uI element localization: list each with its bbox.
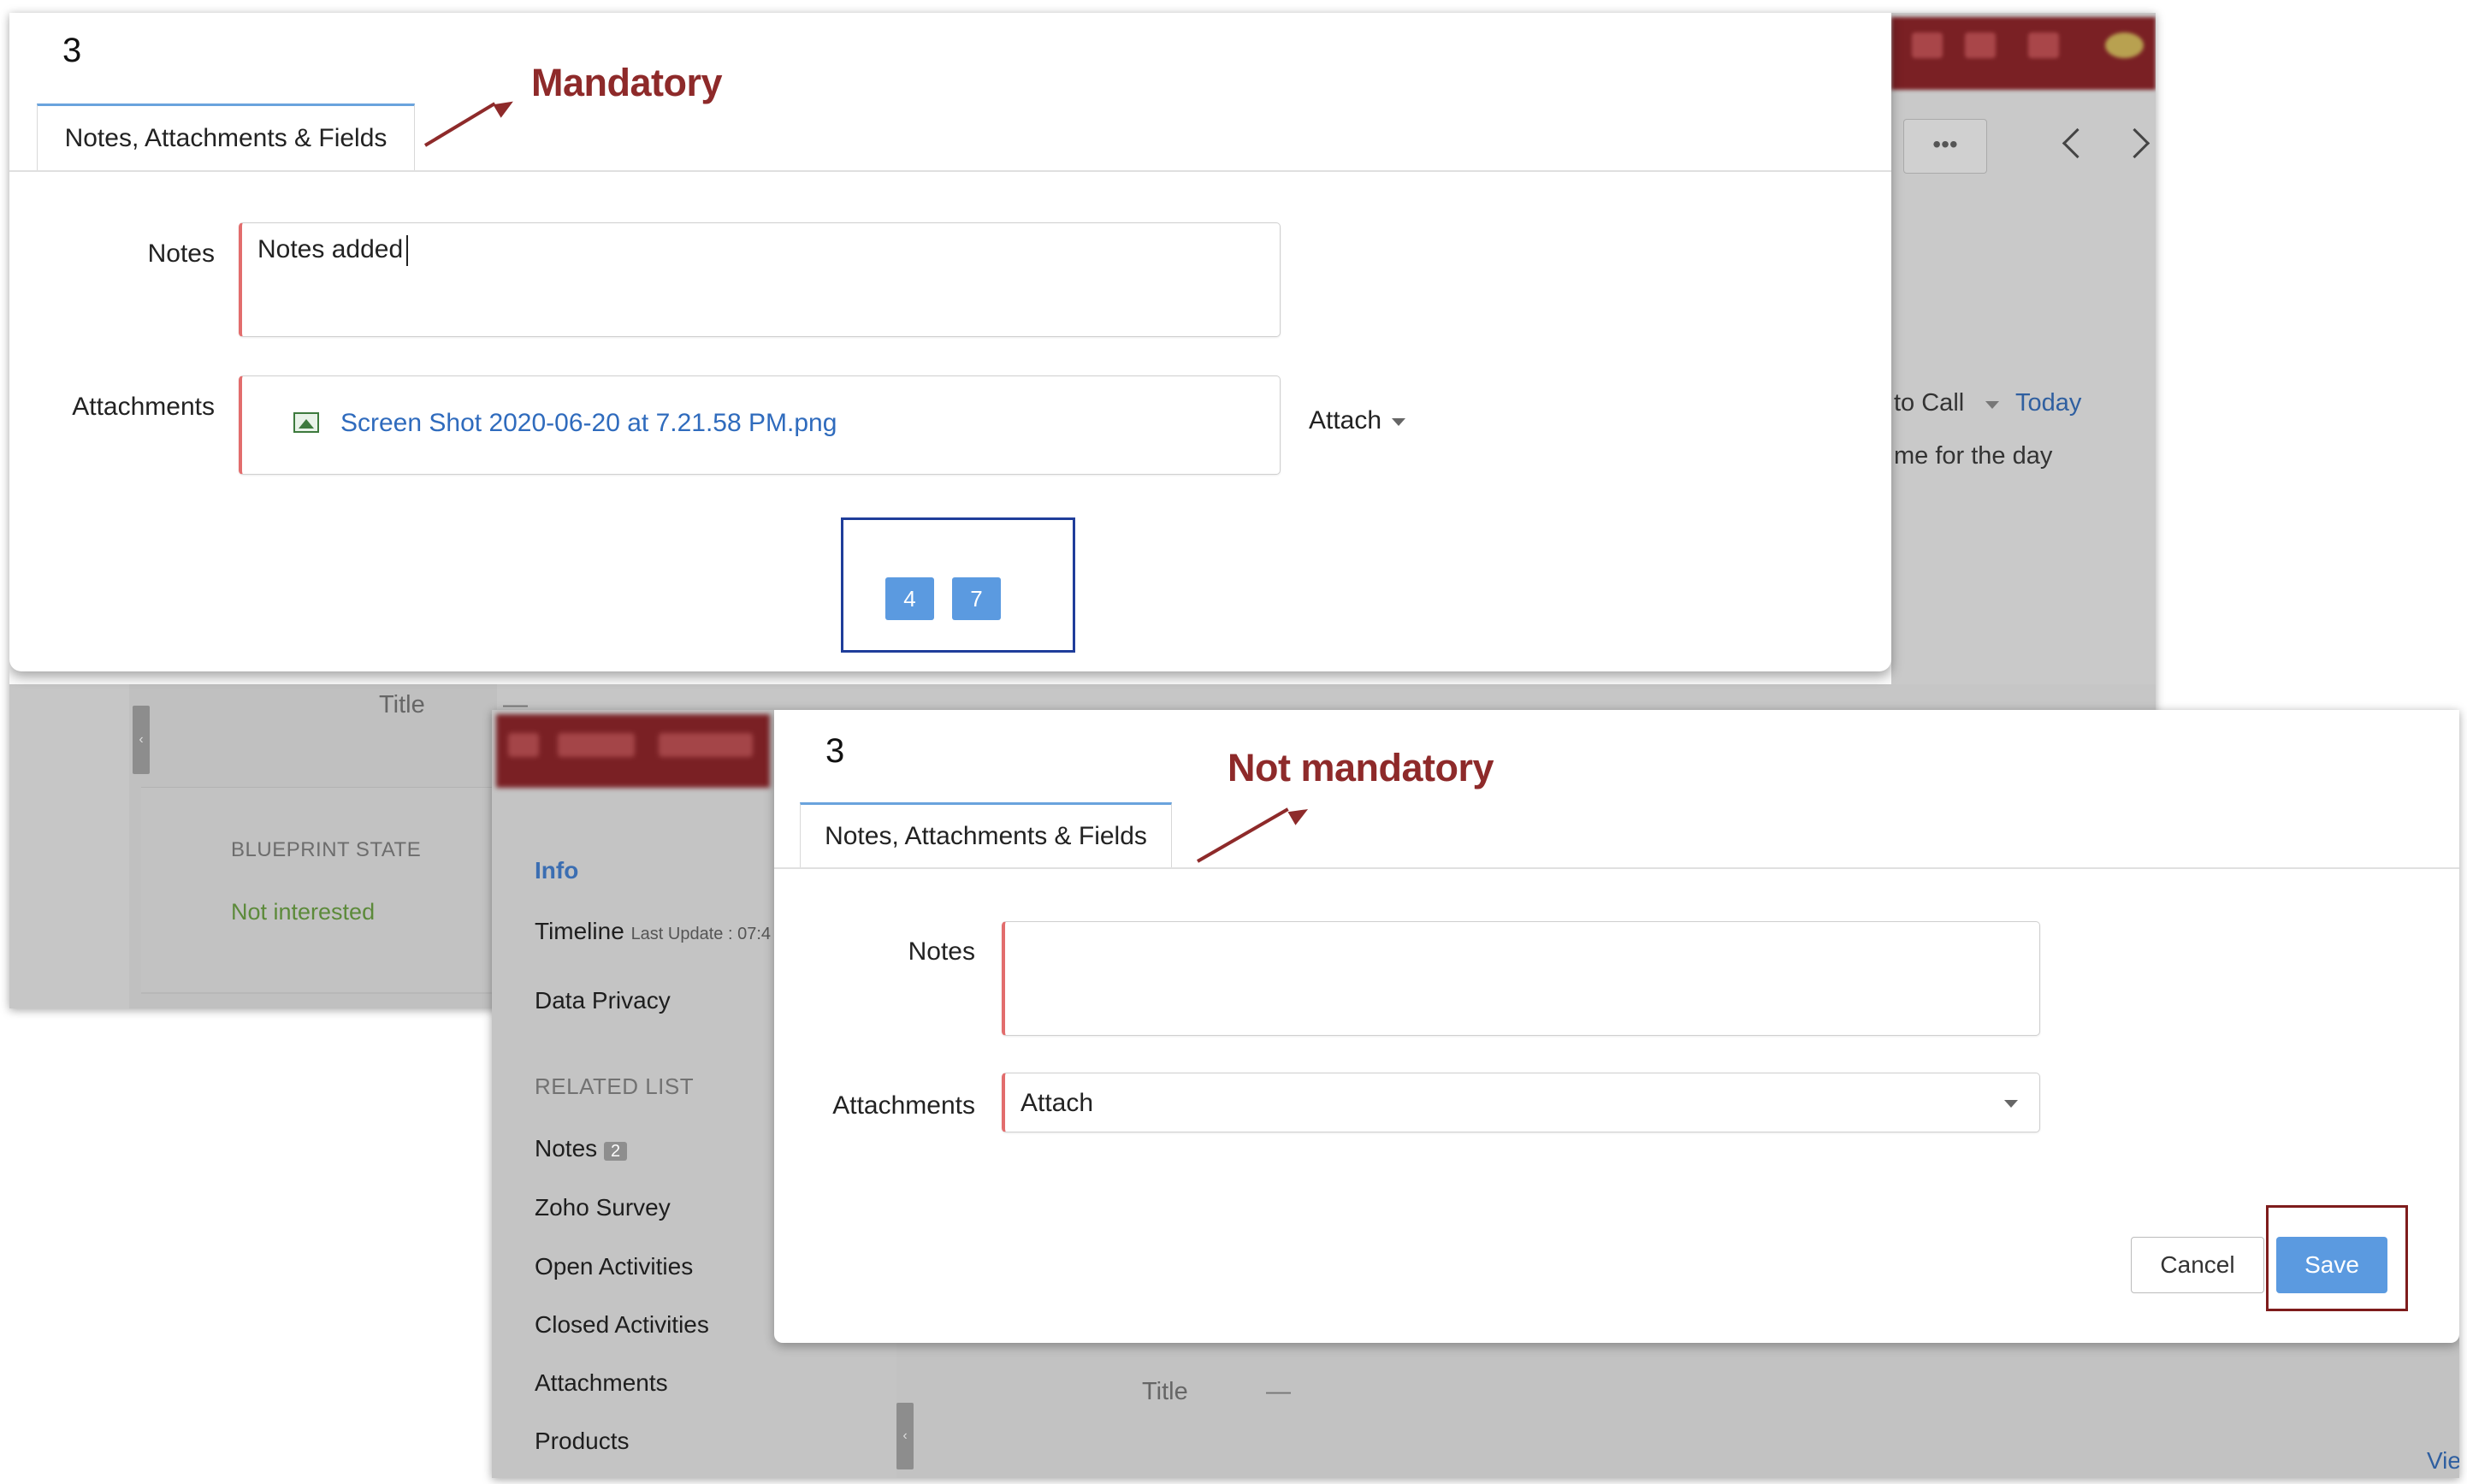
caret-down-icon <box>1392 418 1405 426</box>
notes-textarea[interactable] <box>1002 921 2040 1036</box>
notes-value: Notes added <box>257 235 404 263</box>
view-link[interactable]: Vie <box>2427 1447 2459 1475</box>
attachments-label: Attachments <box>832 1091 975 1120</box>
attach-select[interactable]: Attach <box>1002 1073 2040 1132</box>
blueprint-section <box>141 787 509 993</box>
arrow-head-icon <box>1287 802 1312 825</box>
more-options-button[interactable]: ••• <box>1903 119 1987 174</box>
timeline-last-update: Last Update : 07:4 <box>630 925 772 943</box>
related-list-heading: RELATED LIST <box>535 1073 695 1099</box>
sidebar-item-products[interactable]: Products <box>535 1428 630 1455</box>
annotation-arrow <box>1197 807 1289 863</box>
chevron-down-icon <box>2004 1100 2018 1108</box>
blurred-top-bar <box>496 714 770 788</box>
sidebar-item-open-activities[interactable]: Open Activities <box>535 1253 693 1280</box>
caret-down-icon <box>1985 401 1999 409</box>
page-badge[interactable]: 4 <box>885 577 934 620</box>
sidebar-item-timeline[interactable]: Timeline Last Update : 07:4 <box>535 918 771 945</box>
step-number: 3 <box>825 732 845 770</box>
sidebar-item-label: Notes <box>535 1135 598 1162</box>
sidebar-item-data-privacy[interactable]: Data Privacy <box>535 987 671 1014</box>
tab-divider <box>9 170 1891 172</box>
background-text: me for the day <box>1894 442 2053 470</box>
save-button[interactable]: Save <box>2276 1237 2387 1293</box>
sidebar-item-attachments[interactable]: Attachments <box>535 1369 668 1397</box>
collapse-handle[interactable]: ‹ <box>896 1403 914 1469</box>
text-cursor <box>406 235 409 267</box>
attach-select-value: Attach <box>1021 1089 1094 1117</box>
title-label: Title <box>1142 1378 1188 1405</box>
timeline-label: Timeline <box>535 918 624 944</box>
step-number: 3 <box>62 32 82 69</box>
blurred-top-bar <box>1891 17 2156 90</box>
blueprint-state-label: BLUEPRINT STATE <box>231 838 422 861</box>
screenshot-not-mandatory: Info Timeline Last Update : 07:4 Data Pr… <box>492 710 2459 1478</box>
mandatory-dialog: 3 Notes, Attachments & Fields Mandatory … <box>9 13 1891 671</box>
arrow-head-icon <box>493 94 518 118</box>
collapse-handle[interactable]: ‹ <box>133 706 150 774</box>
tab-notes-attachments-fields[interactable]: Notes, Attachments & Fields <box>37 103 415 172</box>
annotation-arrow <box>423 102 496 147</box>
sidebar-item-closed-activities[interactable]: Closed Activities <box>535 1311 709 1339</box>
notes-label: Notes <box>147 239 215 268</box>
sidebar-item-info[interactable]: Info <box>535 857 578 884</box>
page-badge[interactable]: 7 <box>952 577 1001 620</box>
blueprint-state-value: Not interested <box>231 899 376 925</box>
today-link[interactable]: Today <box>2015 389 2081 417</box>
attachments-field: Screen Shot 2020-06-20 at 7.21.58 PM.png <box>239 375 1281 475</box>
optional-dialog: 3 Notes, Attachments & Fields Not mandat… <box>774 710 2459 1343</box>
annotation-mandatory: Mandatory <box>531 61 723 104</box>
tab-divider <box>774 867 2459 869</box>
notes-textarea[interactable]: Notes added <box>239 222 1281 337</box>
count-badge: 2 <box>603 1142 628 1161</box>
call-dropdown[interactable]: to Call <box>1894 389 1964 417</box>
sidebar-item-zoho-survey[interactable]: Zoho Survey <box>535 1194 671 1221</box>
cancel-button[interactable]: Cancel <box>2131 1237 2264 1293</box>
image-icon <box>293 412 319 433</box>
divider <box>141 992 509 994</box>
title-label: Title <box>379 691 425 718</box>
title-value: — <box>1266 1378 1291 1405</box>
background-record-panel <box>1891 13 2156 714</box>
attachments-label: Attachments <box>72 393 215 421</box>
notes-label: Notes <box>908 937 975 966</box>
attachment-file-link[interactable]: Screen Shot 2020-06-20 at 7.21.58 PM.png <box>340 409 837 438</box>
tab-notes-attachments-fields[interactable]: Notes, Attachments & Fields <box>800 802 1172 869</box>
annotation-not-mandatory: Not mandatory <box>1228 746 1494 789</box>
attach-button[interactable]: Attach <box>1309 406 1381 435</box>
sidebar-item-notes[interactable]: Notes 2 <box>535 1135 628 1163</box>
